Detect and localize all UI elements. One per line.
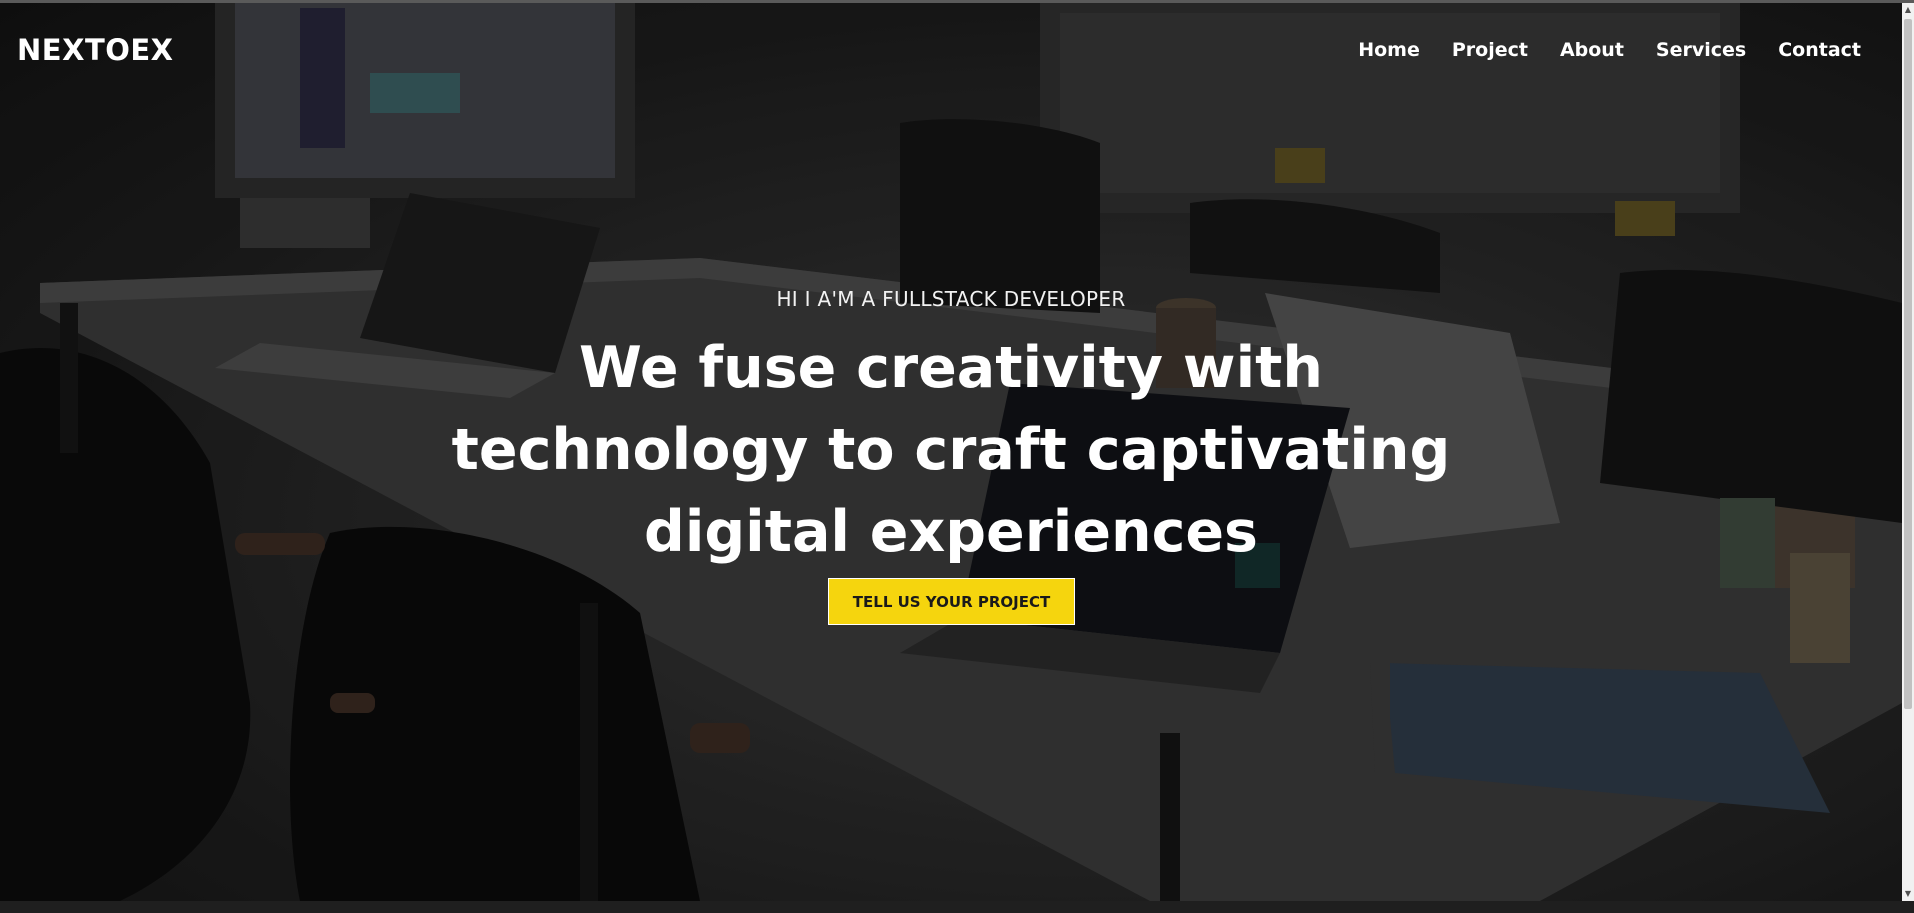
scroll-up-arrow-icon[interactable]: ▲: [1902, 3, 1914, 17]
main-nav: Home Project About Services Contact: [1358, 39, 1861, 61]
tell-us-your-project-button[interactable]: TELL US YOUR PROJECT: [828, 578, 1075, 625]
headline-line-3: digital experiences: [644, 499, 1258, 565]
headline-line-1: We fuse creativity with: [579, 335, 1323, 401]
hero-headline: We fuse creativity with technology to cr…: [451, 327, 1451, 573]
nav-link-contact[interactable]: Contact: [1778, 39, 1861, 61]
site-logo[interactable]: NEXTOEX: [17, 33, 174, 67]
headline-line-2: technology to craft captivating: [451, 417, 1451, 483]
bottom-strip: [0, 901, 1914, 913]
vertical-scrollbar[interactable]: ▲ ▼: [1902, 3, 1914, 901]
scroll-down-arrow-icon[interactable]: ▼: [1902, 887, 1914, 901]
nav-link-project[interactable]: Project: [1452, 39, 1528, 61]
nav-link-services[interactable]: Services: [1656, 39, 1746, 61]
nav-link-about[interactable]: About: [1560, 39, 1624, 61]
hero-section: NEXTOEX Home Project About Services Cont…: [0, 3, 1902, 901]
scrollbar-thumb[interactable]: [1904, 19, 1912, 709]
nav-link-home[interactable]: Home: [1358, 39, 1420, 61]
hero-subtitle: HI I A'M A FULLSTACK DEVELOPER: [776, 287, 1126, 311]
